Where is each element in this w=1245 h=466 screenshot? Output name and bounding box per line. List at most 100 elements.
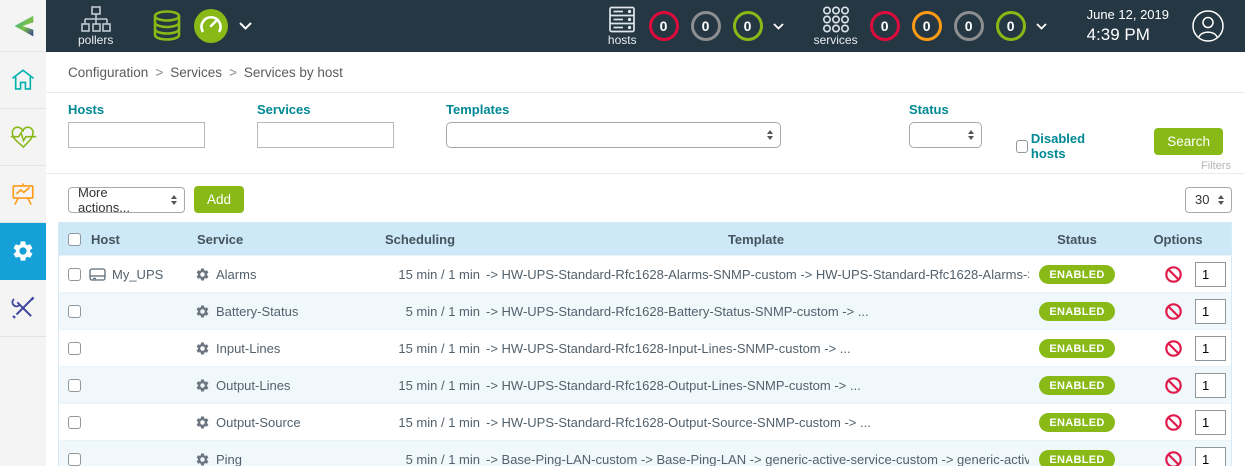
host-cell — [89, 342, 195, 355]
services-icon — [822, 6, 850, 33]
host-cell — [89, 305, 195, 318]
templates-filter-label: Templates — [446, 102, 781, 117]
sidebar-item-configuration[interactable] — [0, 223, 46, 280]
more-actions-select[interactable]: More actions... — [68, 187, 185, 213]
service-gear-icon — [195, 341, 210, 356]
templates-select[interactable] — [446, 122, 781, 148]
hosts-unreachable-count: 0 — [702, 18, 710, 34]
col-header-service: Service — [195, 232, 357, 247]
hosts-filter-label: Hosts — [68, 102, 205, 117]
status-select[interactable] — [909, 122, 982, 148]
services-menu[interactable]: services — [814, 6, 858, 46]
main-column: pollers — [46, 0, 1245, 466]
sidebar-item-home[interactable] — [0, 52, 46, 109]
services-unknown-badge[interactable]: 0 — [954, 11, 984, 41]
select-stepper-icon — [767, 130, 773, 140]
col-header-template: Template — [483, 232, 1029, 247]
service-name-link[interactable]: Battery-Status — [216, 304, 298, 319]
hosts-unreachable-badge[interactable]: 0 — [691, 11, 721, 41]
col-header-options: Options — [1125, 232, 1231, 247]
breadcrumb-services[interactable]: Services — [170, 65, 222, 80]
hosts-filter-input[interactable] — [68, 122, 205, 148]
services-warning-count: 0 — [923, 18, 931, 34]
hosts-down-badge[interactable]: 0 — [649, 11, 679, 41]
template-cell: -> HW-UPS-Standard-Rfc1628-Battery-Statu… — [483, 304, 1029, 319]
service-cell: Battery-Status — [195, 304, 357, 319]
service-name-link[interactable]: Input-Lines — [216, 341, 280, 356]
hosts-up-badge[interactable]: 0 — [733, 11, 763, 41]
col-header-scheduling: Scheduling — [357, 232, 483, 247]
filter-bar: Hosts Services Templates Status — [46, 93, 1245, 174]
options-cell — [1125, 410, 1231, 435]
service-name-link[interactable]: Output-Lines — [216, 378, 290, 393]
service-name-link[interactable]: Alarms — [216, 267, 256, 282]
disabled-hosts-checkbox[interactable] — [1016, 140, 1028, 153]
host-name-link[interactable]: My_UPS — [112, 267, 163, 282]
page-size-select[interactable]: 30 — [1185, 187, 1232, 213]
host-cell — [89, 453, 195, 466]
poller-chevron-down-icon[interactable] — [239, 22, 252, 30]
select-all-checkbox[interactable] — [68, 233, 81, 246]
gauge-icon[interactable] — [193, 8, 229, 44]
sidebar-item-monitoring[interactable] — [0, 109, 46, 166]
services-critical-badge[interactable]: 0 — [870, 11, 900, 41]
disabled-hosts-label: Disabled hosts — [1031, 131, 1114, 161]
current-time: 4:39 PM — [1087, 24, 1169, 45]
services-warning-badge[interactable]: 0 — [912, 11, 942, 41]
select-stepper-icon — [171, 195, 177, 205]
hosts-menu[interactable]: hosts — [608, 6, 637, 46]
duplicate-count-input[interactable] — [1195, 410, 1226, 435]
pollers-menu[interactable]: pollers — [78, 6, 113, 46]
breadcrumb-separator: > — [229, 65, 237, 80]
table-row: Battery-Status 5 min / 1 min -> HW-UPS-S… — [59, 292, 1231, 329]
status-badge: ENABLED — [1039, 265, 1114, 284]
options-cell — [1125, 336, 1231, 361]
duplicate-count-input[interactable] — [1195, 373, 1226, 398]
hosts-label: hosts — [608, 34, 637, 46]
user-menu[interactable] — [1191, 9, 1225, 43]
disable-service-icon[interactable] — [1165, 414, 1182, 431]
options-cell — [1125, 373, 1231, 398]
duplicate-count-input[interactable] — [1195, 447, 1226, 466]
duplicate-count-input[interactable] — [1195, 299, 1226, 324]
row-checkbox[interactable] — [68, 453, 81, 466]
table-row: My_UPS Alarms 15 min / 1 min -> HW-UPS-S… — [59, 255, 1231, 292]
disable-service-icon[interactable] — [1165, 340, 1182, 357]
disable-service-icon[interactable] — [1165, 266, 1182, 283]
row-checkbox[interactable] — [68, 379, 81, 392]
search-button[interactable]: Search — [1154, 128, 1223, 155]
hosts-chevron-down-icon[interactable] — [773, 23, 784, 30]
centreon-logo[interactable] — [0, 0, 46, 52]
scheduling-cell: 15 min / 1 min — [357, 415, 483, 430]
home-icon — [10, 67, 36, 93]
database-icon[interactable] — [149, 8, 185, 44]
current-date: June 12, 2019 — [1087, 7, 1169, 23]
services-chevron-down-icon[interactable] — [1036, 23, 1047, 30]
sidebar-item-administration[interactable] — [0, 280, 46, 337]
tools-icon — [10, 295, 36, 321]
services-unknown-count: 0 — [965, 18, 973, 34]
service-name-link[interactable]: Output-Source — [216, 415, 301, 430]
duplicate-count-input[interactable] — [1195, 262, 1226, 287]
status-filter-group: Status — [909, 102, 982, 148]
add-button[interactable]: Add — [194, 186, 244, 213]
row-checkbox[interactable] — [68, 305, 81, 318]
breadcrumb-configuration[interactable]: Configuration — [68, 65, 148, 80]
disable-service-icon[interactable] — [1165, 451, 1182, 466]
service-name-link[interactable]: Ping — [216, 452, 242, 466]
services-ok-badge[interactable]: 0 — [996, 11, 1026, 41]
duplicate-count-input[interactable] — [1195, 336, 1226, 361]
sidebar-item-reporting[interactable] — [0, 166, 46, 223]
row-checkbox[interactable] — [68, 268, 81, 281]
service-cell: Input-Lines — [195, 341, 357, 356]
status-filter-label: Status — [909, 102, 982, 117]
disable-service-icon[interactable] — [1165, 303, 1182, 320]
row-checkbox[interactable] — [68, 342, 81, 355]
services-critical-count: 0 — [881, 18, 889, 34]
services-filter-input[interactable] — [257, 122, 394, 148]
row-checkbox[interactable] — [68, 416, 81, 429]
services-label: services — [814, 34, 858, 46]
disable-service-icon[interactable] — [1165, 377, 1182, 394]
table-header-row: Host Service Scheduling Template Status … — [59, 223, 1231, 255]
page-size-value: 30 — [1195, 192, 1209, 207]
